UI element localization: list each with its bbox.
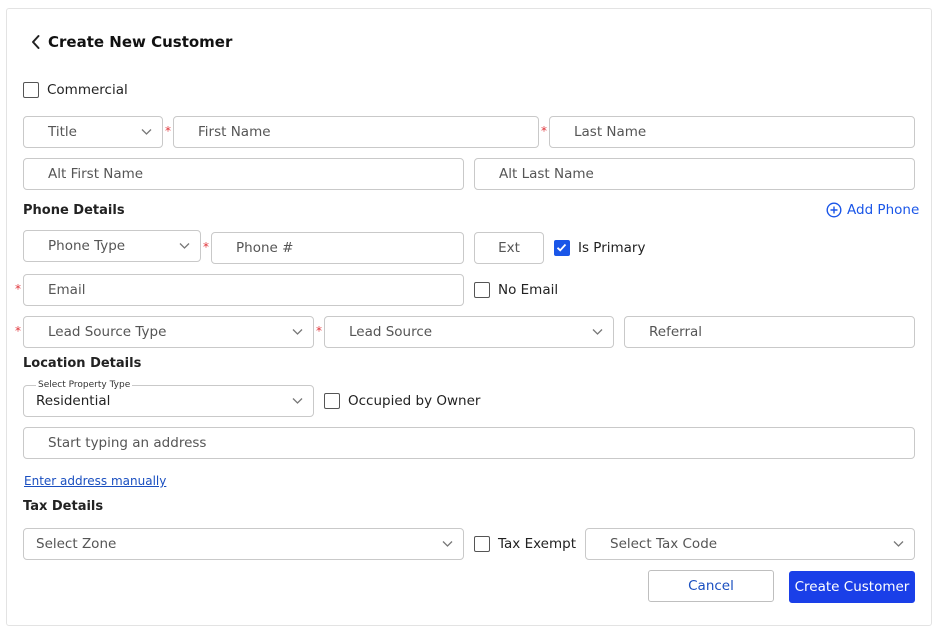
chevron-down-icon xyxy=(442,541,453,547)
commercial-checkbox[interactable] xyxy=(23,82,39,98)
enter-address-manually-link[interactable]: Enter address manually xyxy=(24,474,166,488)
address-input[interactable]: Start typing an address xyxy=(23,427,915,459)
lead-source-placeholder: Lead Source xyxy=(349,324,433,340)
tax-code-placeholder: Select Tax Code xyxy=(610,536,718,552)
phone-type-select[interactable]: Phone Type xyxy=(23,230,201,262)
tax-exempt-label: Tax Exempt xyxy=(498,536,576,552)
is-primary-checkbox-row[interactable]: Is Primary xyxy=(554,240,645,256)
chevron-down-icon xyxy=(292,398,303,404)
property-type-label: Select Property Type xyxy=(36,380,133,390)
ext-placeholder: Ext xyxy=(498,240,520,256)
chevron-left-icon[interactable] xyxy=(30,34,42,50)
add-phone-label: Add Phone xyxy=(847,202,920,218)
chevron-down-icon xyxy=(292,329,303,335)
required-mark: * xyxy=(15,324,21,338)
phone-number-placeholder: Phone # xyxy=(236,240,294,256)
title-placeholder: Title xyxy=(48,124,77,140)
first-name-input[interactable]: First Name xyxy=(173,116,539,148)
no-email-checkbox-row[interactable]: No Email xyxy=(474,282,558,298)
occupied-by-owner-checkbox[interactable] xyxy=(324,393,340,409)
phone-details-heading: Phone Details xyxy=(23,203,125,218)
commercial-label: Commercial xyxy=(47,82,128,98)
page-header: Create New Customer xyxy=(30,30,232,54)
chevron-down-icon xyxy=(592,329,603,335)
tax-details-heading: Tax Details xyxy=(23,499,104,514)
page-title: Create New Customer xyxy=(48,33,233,51)
property-type-select[interactable]: Select Property Type Residential xyxy=(23,380,314,417)
tax-exempt-checkbox[interactable] xyxy=(474,536,490,552)
ext-input[interactable]: Ext xyxy=(474,232,544,264)
first-name-placeholder: First Name xyxy=(198,124,271,140)
chevron-down-icon xyxy=(179,243,190,249)
alt-first-name-placeholder: Alt First Name xyxy=(48,166,144,182)
phone-type-placeholder: Phone Type xyxy=(48,238,126,254)
lead-source-select[interactable]: Lead Source xyxy=(324,316,614,348)
required-mark: * xyxy=(203,240,209,254)
last-name-placeholder: Last Name xyxy=(574,124,647,140)
occupied-by-owner-label: Occupied by Owner xyxy=(348,393,481,409)
email-placeholder: Email xyxy=(48,282,86,298)
email-input[interactable]: Email xyxy=(23,274,464,306)
zone-placeholder: Select Zone xyxy=(36,536,117,552)
required-mark: * xyxy=(316,324,322,338)
commercial-checkbox-row[interactable]: Commercial xyxy=(23,82,128,98)
plus-circle-icon xyxy=(826,202,842,218)
check-icon xyxy=(556,243,567,252)
tax-exempt-checkbox-row[interactable]: Tax Exempt xyxy=(474,536,576,552)
no-email-checkbox[interactable] xyxy=(474,282,490,298)
title-select[interactable]: Title xyxy=(23,116,163,148)
is-primary-checkbox[interactable] xyxy=(554,240,570,256)
property-type-value: Residential xyxy=(36,393,111,409)
address-placeholder: Start typing an address xyxy=(48,435,207,451)
is-primary-label: Is Primary xyxy=(578,240,646,256)
occupied-by-owner-checkbox-row[interactable]: Occupied by Owner xyxy=(324,393,480,409)
required-mark: * xyxy=(15,282,21,296)
add-phone-button[interactable]: Add Phone xyxy=(826,202,919,218)
referral-input[interactable]: Referral xyxy=(624,316,915,348)
referral-placeholder: Referral xyxy=(649,324,703,340)
alt-last-name-input[interactable]: Alt Last Name xyxy=(474,158,915,190)
lead-source-type-placeholder: Lead Source Type xyxy=(48,324,167,340)
alt-first-name-input[interactable]: Alt First Name xyxy=(23,158,464,190)
tax-code-select[interactable]: Select Tax Code xyxy=(585,528,915,560)
phone-number-input[interactable]: Phone # xyxy=(211,232,464,264)
zone-select[interactable]: Select Zone xyxy=(23,528,464,560)
alt-last-name-placeholder: Alt Last Name xyxy=(499,166,594,182)
required-mark: * xyxy=(541,124,547,138)
chevron-down-icon xyxy=(141,129,152,135)
last-name-input[interactable]: Last Name xyxy=(549,116,915,148)
chevron-down-icon xyxy=(893,541,904,547)
required-mark: * xyxy=(165,124,171,138)
location-details-heading: Location Details xyxy=(23,356,142,371)
create-customer-button[interactable]: Create Customer xyxy=(789,571,915,603)
no-email-label: No Email xyxy=(498,282,559,298)
lead-source-type-select[interactable]: Lead Source Type xyxy=(23,316,314,348)
cancel-button[interactable]: Cancel xyxy=(648,570,774,602)
